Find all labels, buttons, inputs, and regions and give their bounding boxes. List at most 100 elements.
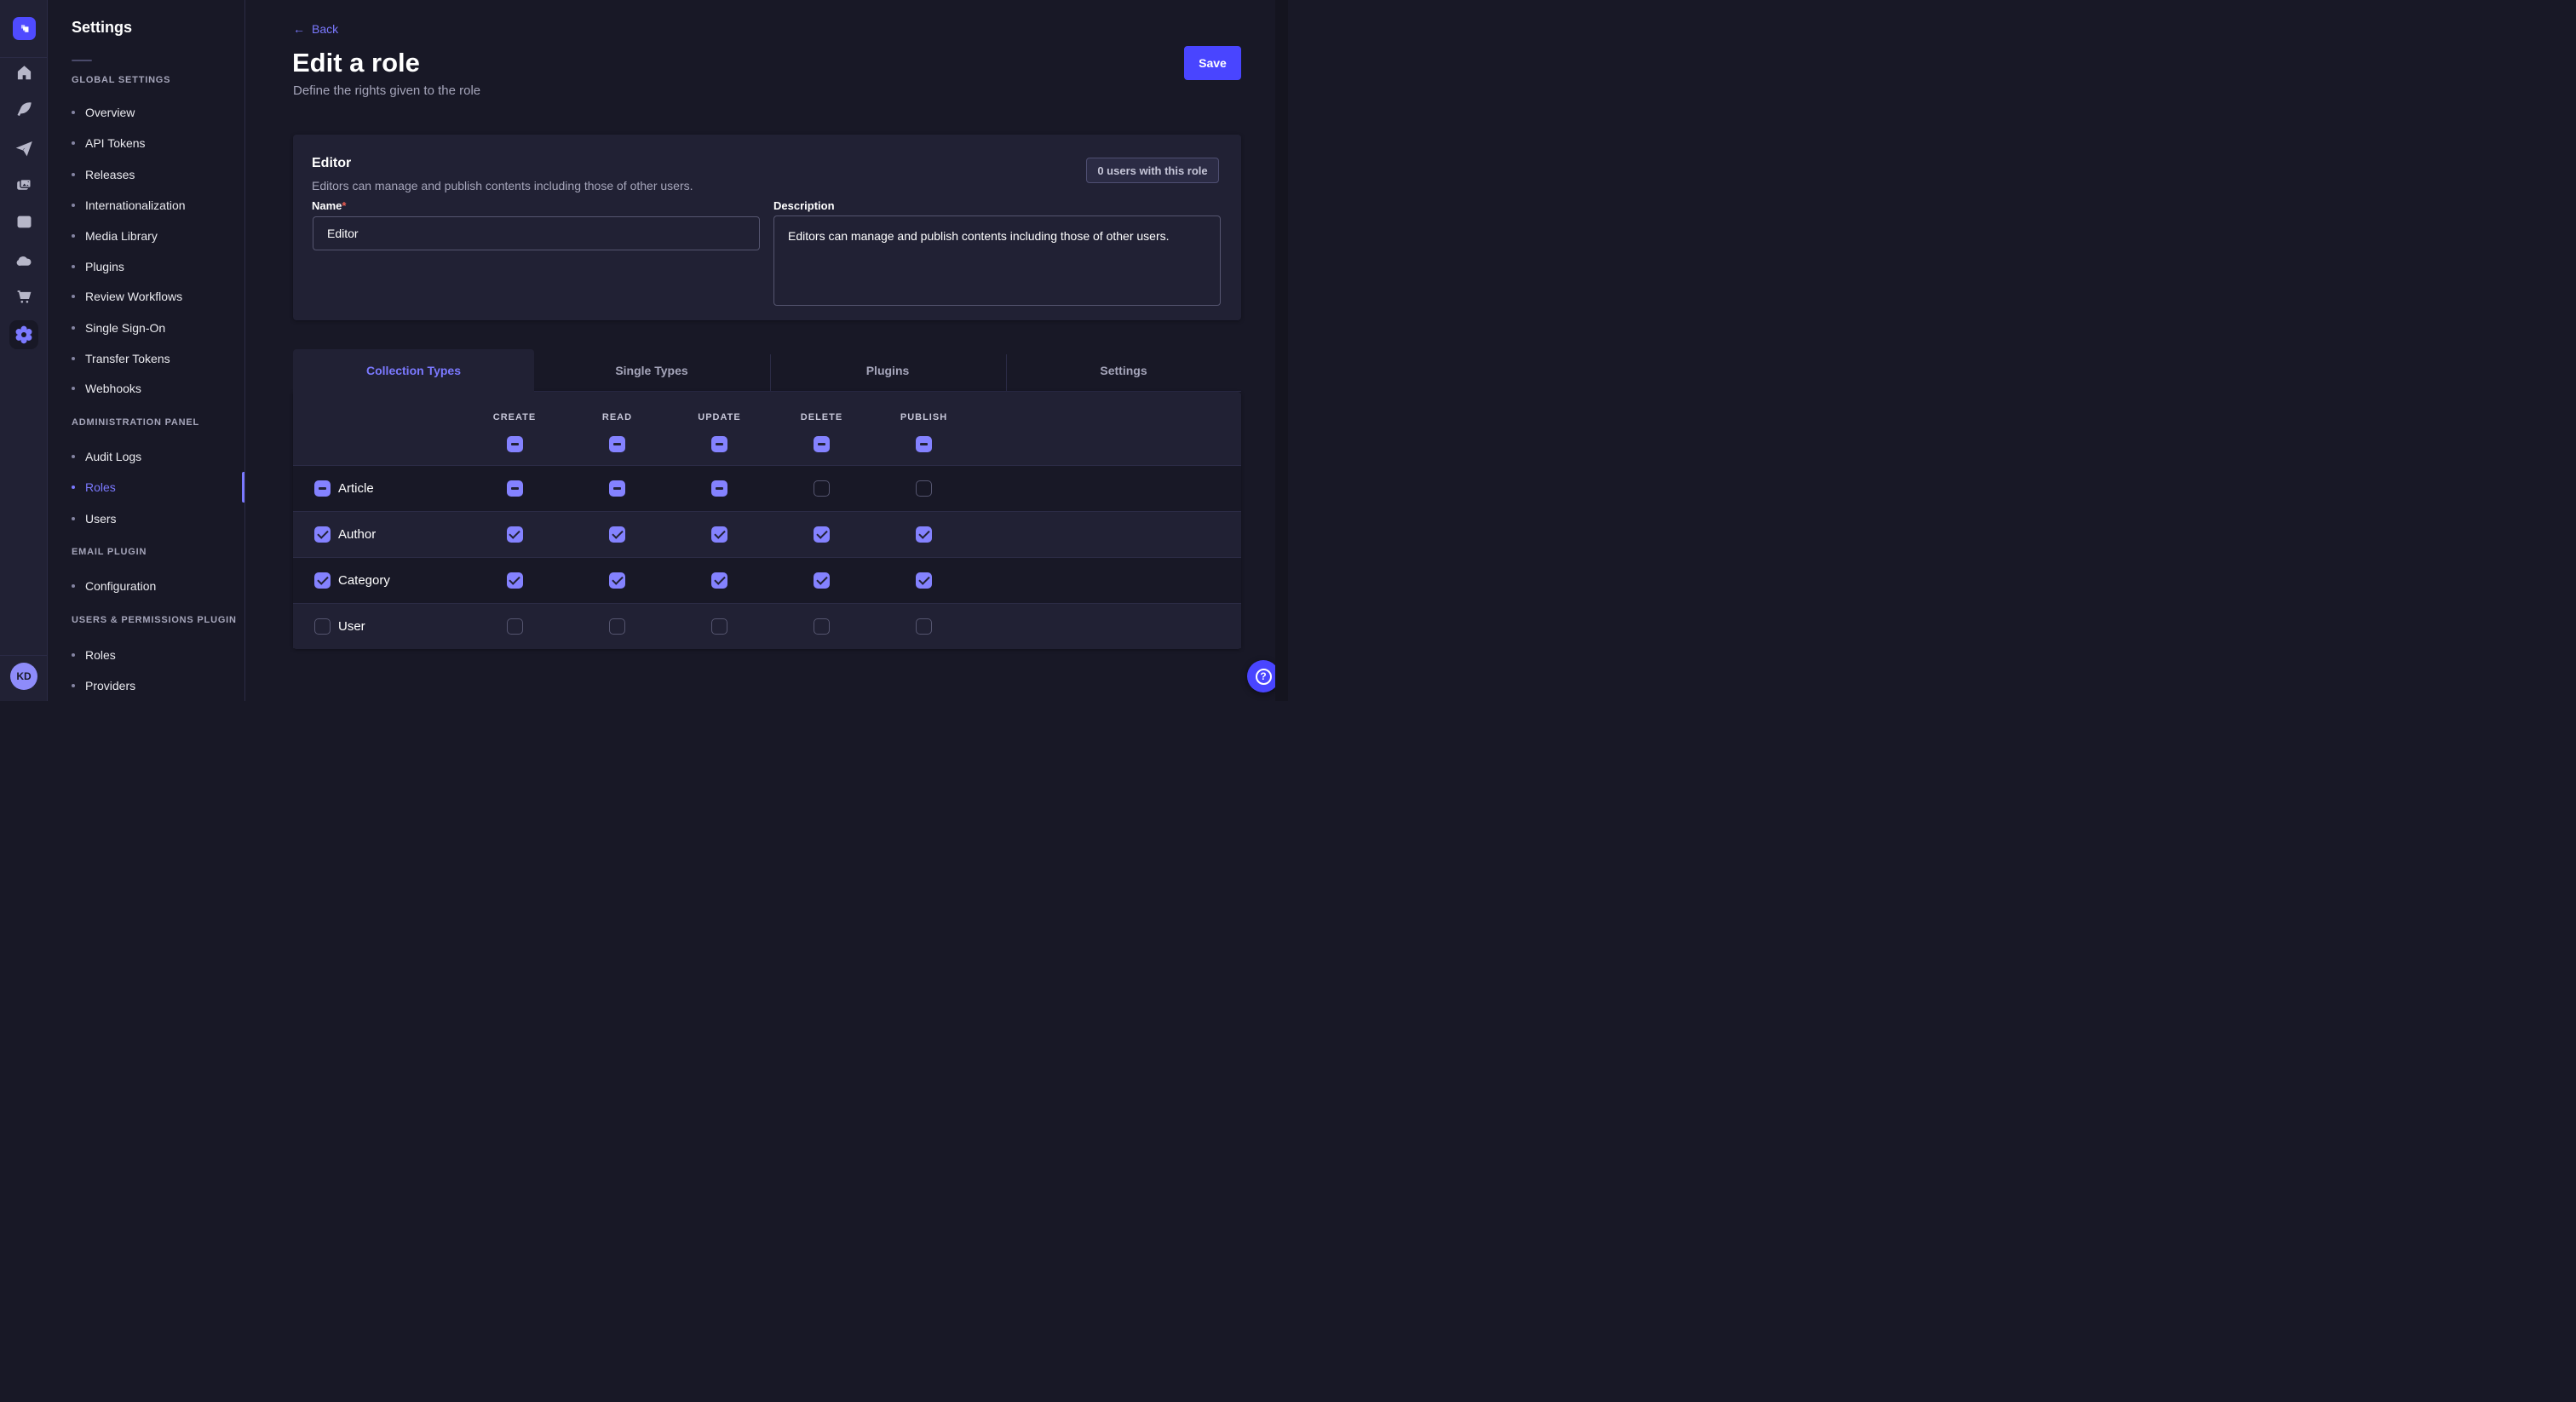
row-select-checkbox[interactable] <box>314 572 331 589</box>
user-create-checkbox[interactable] <box>507 618 523 635</box>
description-textarea[interactable]: Editors can manage and publish contents … <box>773 215 1221 306</box>
author-create-checkbox[interactable] <box>507 526 523 543</box>
sidebar-item-releases[interactable]: Releases <box>72 159 242 190</box>
strapi-logo[interactable] <box>13 17 36 40</box>
strapi-logo-icon <box>17 21 32 36</box>
category-create-checkbox[interactable] <box>507 572 523 589</box>
description-field-label: Description <box>773 199 835 212</box>
section-administration-panel: ADMINISTRATION PANEL <box>72 417 199 431</box>
sidebar-item-api-tokens[interactable]: API Tokens <box>72 128 242 158</box>
column-header-publish: PUBLISH <box>873 412 975 422</box>
sidebar-item-transfer-tokens[interactable]: Transfer Tokens <box>72 343 242 374</box>
row-label: Category <box>338 558 390 603</box>
layout-icon[interactable] <box>14 212 33 231</box>
sidebar-item-providers[interactable]: Providers <box>72 670 242 701</box>
column-header-delete: DELETE <box>771 412 873 422</box>
tab-single-types[interactable]: Single Types <box>534 350 769 391</box>
scrollbar[interactable] <box>1275 0 1288 701</box>
author-publish-checkbox[interactable] <box>916 526 932 543</box>
active-item-indicator <box>242 472 244 503</box>
row-select-checkbox[interactable] <box>314 480 331 497</box>
select-all-delete-checkbox[interactable] <box>814 436 830 452</box>
home-icon[interactable] <box>14 63 33 82</box>
page-subtitle: Define the rights given to the role <box>293 83 480 98</box>
cart-icon[interactable] <box>14 287 33 306</box>
article-read-checkbox[interactable] <box>609 480 625 497</box>
paper-plane-icon[interactable] <box>14 139 33 158</box>
bullet <box>72 173 75 176</box>
bullet <box>72 204 75 207</box>
table-row-category: Category <box>293 558 1241 603</box>
name-input[interactable] <box>313 216 760 250</box>
sidebar-item-configuration[interactable]: Configuration <box>72 571 242 601</box>
sidebar-item-users[interactable]: Users <box>72 503 242 534</box>
sidebar-item-review-workflows[interactable]: Review Workflows <box>72 281 242 312</box>
select-all-read-checkbox[interactable] <box>609 436 625 452</box>
section-email-plugin: EMAIL PLUGIN <box>72 547 147 560</box>
category-delete-checkbox[interactable] <box>814 572 830 589</box>
bullet <box>72 111 75 114</box>
bullet <box>72 326 75 330</box>
select-all-publish-checkbox[interactable] <box>916 436 932 452</box>
row-select-checkbox[interactable] <box>314 618 331 635</box>
sidebar-item-roles-admin[interactable]: Roles <box>72 472 242 503</box>
user-avatar[interactable]: KD <box>10 663 37 690</box>
title-rule <box>72 60 92 61</box>
settings-sidebar: Settings GLOBAL SETTINGS Overview API To… <box>48 0 245 701</box>
category-read-checkbox[interactable] <box>609 572 625 589</box>
settings-gear-active[interactable] <box>9 320 38 349</box>
table-row-author: Author <box>293 512 1241 557</box>
table-row-article: Article <box>293 466 1241 511</box>
sidebar-item-roles-up[interactable]: Roles <box>72 640 242 670</box>
select-all-create-checkbox[interactable] <box>507 436 523 452</box>
select-all-update-checkbox[interactable] <box>711 436 727 452</box>
user-delete-checkbox[interactable] <box>814 618 830 635</box>
section-global-settings: GLOBAL SETTINGS <box>72 75 170 89</box>
role-name-heading: Editor <box>312 156 351 171</box>
bullet <box>72 684 75 687</box>
sidebar-title: Settings <box>72 19 132 37</box>
user-read-checkbox[interactable] <box>609 618 625 635</box>
article-update-checkbox[interactable] <box>711 480 727 497</box>
question-mark-icon: ? <box>1256 669 1272 685</box>
sidebar-item-webhooks[interactable]: Webhooks <box>72 373 242 404</box>
back-arrow-icon: ← <box>293 22 305 36</box>
author-read-checkbox[interactable] <box>609 526 625 543</box>
save-button[interactable]: Save <box>1184 46 1241 80</box>
sidebar-item-plugins[interactable]: Plugins <box>72 251 242 282</box>
tab-settings[interactable]: Settings <box>1006 350 1241 391</box>
row-label: User <box>338 604 365 648</box>
row-select-checkbox[interactable] <box>314 526 331 543</box>
user-update-checkbox[interactable] <box>711 618 727 635</box>
sidebar-item-internationalization[interactable]: Internationalization <box>72 190 242 221</box>
media-images-icon[interactable] <box>14 175 33 194</box>
article-create-checkbox[interactable] <box>507 480 523 497</box>
sidebar-item-single-sign-on[interactable]: Single Sign-On <box>72 313 242 343</box>
tab-plugins[interactable]: Plugins <box>770 350 1005 391</box>
name-field-label: Name* <box>312 199 346 212</box>
article-publish-checkbox[interactable] <box>916 480 932 497</box>
row-label: Author <box>338 512 376 557</box>
category-publish-checkbox[interactable] <box>916 572 932 589</box>
bullet <box>72 517 75 520</box>
category-update-checkbox[interactable] <box>711 572 727 589</box>
tab-divider <box>770 354 771 391</box>
bullet <box>72 295 75 298</box>
sidebar-item-audit-logs[interactable]: Audit Logs <box>72 441 242 472</box>
tab-collection-types[interactable]: Collection Types <box>293 349 534 392</box>
article-delete-checkbox[interactable] <box>814 480 830 497</box>
user-publish-checkbox[interactable] <box>916 618 932 635</box>
bullet <box>72 486 75 489</box>
author-delete-checkbox[interactable] <box>814 526 830 543</box>
author-update-checkbox[interactable] <box>711 526 727 543</box>
rail-divider <box>0 655 48 656</box>
cloud-icon[interactable] <box>14 250 33 269</box>
role-summary: Editors can manage and publish contents … <box>312 179 693 192</box>
sidebar-item-media-library[interactable]: Media Library <box>72 221 242 251</box>
row-label: Article <box>338 466 374 511</box>
sidebar-item-overview[interactable]: Overview <box>72 97 242 128</box>
app-window: KD Settings GLOBAL SETTINGS Overview API… <box>0 0 1288 701</box>
feather-icon[interactable] <box>14 100 33 118</box>
back-link[interactable]: ← Back <box>293 20 338 37</box>
users-with-role-badge: 0 users with this role <box>1086 158 1219 183</box>
